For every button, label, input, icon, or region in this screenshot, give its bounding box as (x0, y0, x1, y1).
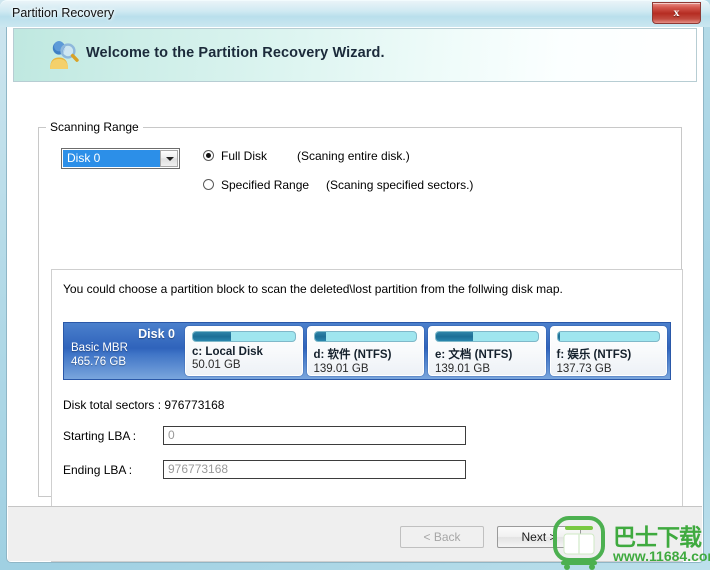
disk-selector-combobox[interactable]: Disk 0 (61, 148, 180, 169)
disk-total-sectors: Disk total sectors : 976773168 (63, 398, 225, 412)
ending-lba-input[interactable]: 976773168 (163, 460, 466, 479)
partition-list: c: Local Disk 50.01 GB d: 软件 (NTFS) 139.… (182, 323, 670, 379)
starting-lba-input[interactable]: 0 (163, 426, 466, 445)
radio-indicator (203, 179, 214, 190)
wizard-footer: < Back Next > (8, 506, 702, 561)
chevron-down-icon[interactable] (160, 150, 178, 167)
usage-bar-fill (557, 332, 560, 341)
usage-bar-fill (314, 332, 326, 341)
radio-specified-range-label: Specified Range (221, 178, 310, 192)
title-bar: Partition Recovery x (0, 0, 710, 27)
radio-full-disk-hint: (Scaning entire disk.) (297, 149, 410, 163)
starting-lba-label: Starting LBA : (63, 429, 137, 443)
partition-block-d[interactable]: d: 软件 (NTFS) 139.01 GB (306, 326, 424, 376)
wizard-banner: Welcome to the Partition Recovery Wizard… (13, 28, 697, 82)
partition-size: 50.01 GB (192, 359, 241, 371)
radio-full-disk-label: Full Disk (221, 149, 268, 163)
partition-block-f[interactable]: f: 娱乐 (NTFS) 137.73 GB (549, 326, 667, 376)
disk-map-note: You could choose a partition block to sc… (63, 282, 563, 296)
partition-label: d: 软件 (NTFS) (313, 349, 392, 361)
usage-bar (313, 331, 417, 342)
close-icon: x (673, 5, 680, 19)
disk-summary-block[interactable]: Disk 0 Basic MBR 465.76 GB (64, 323, 182, 379)
banner-title: Welcome to the Partition Recovery Wizard… (86, 45, 385, 61)
partition-label: e: 文档 (NTFS) (435, 349, 513, 361)
partition-label: f: 娱乐 (NTFS) (556, 349, 632, 361)
usage-bar (556, 331, 660, 342)
next-button[interactable]: Next > (497, 526, 581, 548)
partition-size: 137.73 GB (556, 363, 612, 375)
partition-block-c[interactable]: c: Local Disk 50.01 GB (185, 326, 303, 376)
back-button[interactable]: < Back (400, 526, 484, 548)
usage-bar (192, 331, 296, 342)
window-title: Partition Recovery (12, 6, 115, 20)
disk-type: Basic MBR (71, 342, 128, 354)
partition-label: c: Local Disk (192, 346, 263, 358)
usage-bar-fill (436, 332, 473, 341)
partition-size: 139.01 GB (313, 363, 369, 375)
close-button[interactable]: x (652, 2, 701, 24)
window-client-area: Welcome to the Partition Recovery Wizard… (6, 27, 704, 563)
disk-size: 465.76 GB (71, 356, 126, 368)
partition-size: 139.01 GB (435, 363, 490, 375)
radio-indicator (203, 150, 214, 161)
disk-map: Disk 0 Basic MBR 465.76 GB c: Local Disk… (63, 322, 671, 380)
disk-name: Disk 0 (138, 327, 175, 341)
user-magnifier-icon (44, 38, 80, 74)
application-window: Partition Recovery x Welcome to the Part… (0, 0, 710, 570)
partition-block-e[interactable]: e: 文档 (NTFS) 139.01 GB (428, 326, 546, 376)
usage-bar (435, 331, 539, 342)
radio-specified-range-hint: (Scaning specified sectors.) (326, 178, 474, 192)
scanning-range-legend: Scanning Range (46, 120, 143, 134)
usage-bar-fill (193, 332, 231, 341)
ending-lba-label: Ending LBA : (63, 463, 133, 477)
wizard-body: Scanning Range Disk 0 Full Disk (Scaning… (13, 83, 697, 562)
disk-selector-value: Disk 0 (63, 150, 160, 167)
